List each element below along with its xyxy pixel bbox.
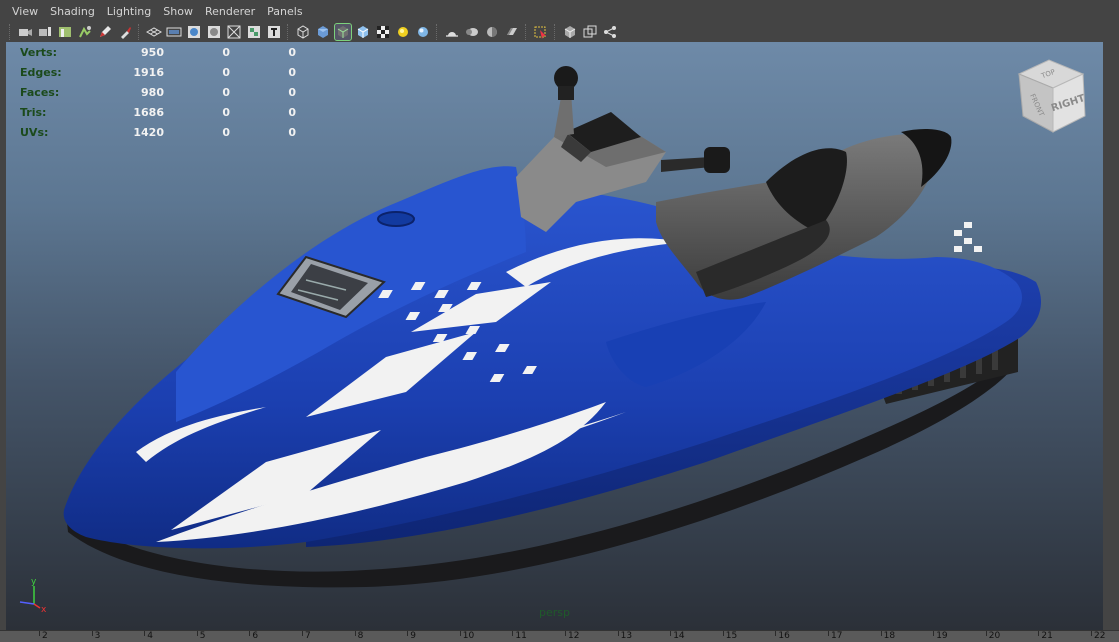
isolate-select-icon[interactable] <box>533 24 549 40</box>
hud-value: 0 <box>222 105 230 119</box>
hud-row-verts: Verts: 950 0 0 <box>20 42 296 62</box>
hud-value: 0 <box>222 65 230 79</box>
timeline-tick: 2 <box>39 631 48 641</box>
hud-value: 1686 <box>133 105 164 119</box>
menu-show[interactable]: Show <box>157 0 199 24</box>
toolbar-separator <box>525 24 528 40</box>
panel-border-right <box>1103 42 1119 630</box>
timeline-tick: 13 <box>617 631 633 641</box>
axis-y-label: y <box>31 577 37 587</box>
safe-action-icon[interactable] <box>246 24 262 40</box>
camera-name-label: persp <box>539 606 570 619</box>
panel-menu-bar: View Shading Lighting Show Renderer Pane… <box>0 0 1119 24</box>
camera-attributes-icon[interactable] <box>17 24 33 40</box>
toolbar-separator <box>436 24 439 40</box>
hud-value: 0 <box>288 65 296 79</box>
timeline-tick: 5 <box>196 631 206 641</box>
hud-value: 0 <box>222 125 230 139</box>
hud-value: 0 <box>288 105 296 119</box>
hud-value: 950 <box>141 45 164 59</box>
hud-label: Faces: <box>20 85 60 99</box>
textured-icon[interactable] <box>375 24 391 40</box>
xray-joints-icon[interactable] <box>582 24 598 40</box>
camera-bookmark-icon[interactable] <box>37 24 53 40</box>
timeline-tick: 6 <box>249 631 259 641</box>
hud-value: 1420 <box>133 125 164 139</box>
menu-lighting[interactable]: Lighting <box>101 0 157 24</box>
default-material-icon[interactable] <box>355 24 371 40</box>
timeline-tick: 12 <box>564 631 580 641</box>
timeline-tick: 17 <box>827 631 843 641</box>
hud-value: 0 <box>222 85 230 99</box>
2d-pan-zoom-icon[interactable] <box>77 24 93 40</box>
depth-of-field-icon[interactable] <box>504 24 520 40</box>
menu-view[interactable]: View <box>0 0 44 24</box>
hud-label: Edges: <box>20 65 62 79</box>
wireframe-on-shaded-icon[interactable] <box>334 23 352 41</box>
timeline-tick: 10 <box>459 631 475 641</box>
perspective-viewport[interactable]: Verts: 950 0 0 Edges: 1916 0 0 Faces: 98… <box>6 42 1103 630</box>
hud-row-edges: Edges: 1916 0 0 <box>20 62 296 82</box>
gate-mask-icon[interactable] <box>206 24 222 40</box>
timeline-tick: 21 <box>1038 631 1053 641</box>
timeline-tick: 22 <box>1090 631 1106 641</box>
timeline-tick: 19 <box>933 631 948 641</box>
timeline-tick: 14 <box>670 631 685 641</box>
time-slider[interactable]: 2 3 4 5 6 7 8 9 10 11 12 13 14 15 16 17 18 19 20 21 22 <box>0 630 1119 642</box>
safe-title-icon[interactable] <box>266 24 282 40</box>
timeline-tick: 3 <box>91 631 101 641</box>
resolution-gate-icon[interactable] <box>186 24 202 40</box>
timeline-tick: 18 <box>880 631 896 641</box>
panel-toolbar <box>0 22 1119 42</box>
field-chart-icon[interactable] <box>226 24 242 40</box>
menu-shading[interactable]: Shading <box>44 0 101 24</box>
menu-panels[interactable]: Panels <box>261 0 308 24</box>
hud-row-uvs: UVs: 1420 0 0 <box>20 122 296 142</box>
hud-value: 1916 <box>133 65 164 79</box>
hud-row-faces: Faces: 980 0 0 <box>20 82 296 102</box>
hud-value: 980 <box>141 85 164 99</box>
toolbar-separator <box>138 24 141 40</box>
poly-count-hud: Verts: 950 0 0 Edges: 1916 0 0 Faces: 98… <box>20 42 296 142</box>
paint-brush-icon[interactable] <box>117 24 133 40</box>
hud-label: Verts: <box>20 45 58 59</box>
grid-icon[interactable] <box>146 24 162 40</box>
film-gate-icon[interactable] <box>166 24 182 40</box>
menu-renderer[interactable]: Renderer <box>199 0 261 24</box>
xray-icon[interactable] <box>562 24 578 40</box>
timeline-tick: 11 <box>512 631 527 641</box>
hud-value: 0 <box>288 45 296 59</box>
timeline-tick: 20 <box>985 631 1001 641</box>
image-plane-icon[interactable] <box>57 24 73 40</box>
toolbar-grip[interactable] <box>9 24 12 40</box>
motion-blur-icon[interactable] <box>464 24 480 40</box>
maya-panel: View Shading Lighting Show Renderer Pane… <box>0 0 1119 642</box>
shadows-icon[interactable] <box>415 24 431 40</box>
smooth-shade-icon[interactable] <box>315 24 331 40</box>
xray-active-components-icon[interactable] <box>602 24 618 40</box>
timeline-tick: 7 <box>302 631 311 641</box>
view-cube[interactable]: TOP FRONT RIGHT <box>1011 56 1091 136</box>
grease-pencil-icon[interactable] <box>97 24 113 40</box>
multisample-aa-icon[interactable] <box>484 24 500 40</box>
timeline-tick: 8 <box>354 631 364 641</box>
timeline-tick: 4 <box>144 631 153 641</box>
toolbar-separator <box>287 24 290 40</box>
wireframe-icon[interactable] <box>295 24 311 40</box>
hud-label: UVs: <box>20 125 49 139</box>
hud-value: 0 <box>222 45 230 59</box>
screen-space-ao-icon[interactable] <box>444 24 460 40</box>
timeline-tick: 15 <box>722 631 738 641</box>
hud-row-tris: Tris: 1686 0 0 <box>20 102 296 122</box>
use-all-lights-icon[interactable] <box>395 24 411 40</box>
hud-label: Tris: <box>20 105 47 119</box>
toolbar-separator <box>554 24 557 40</box>
timeline-tick: 16 <box>775 631 790 641</box>
timeline-tick: 9 <box>407 631 416 641</box>
hud-value: 0 <box>288 125 296 139</box>
hud-value: 0 <box>288 85 296 99</box>
